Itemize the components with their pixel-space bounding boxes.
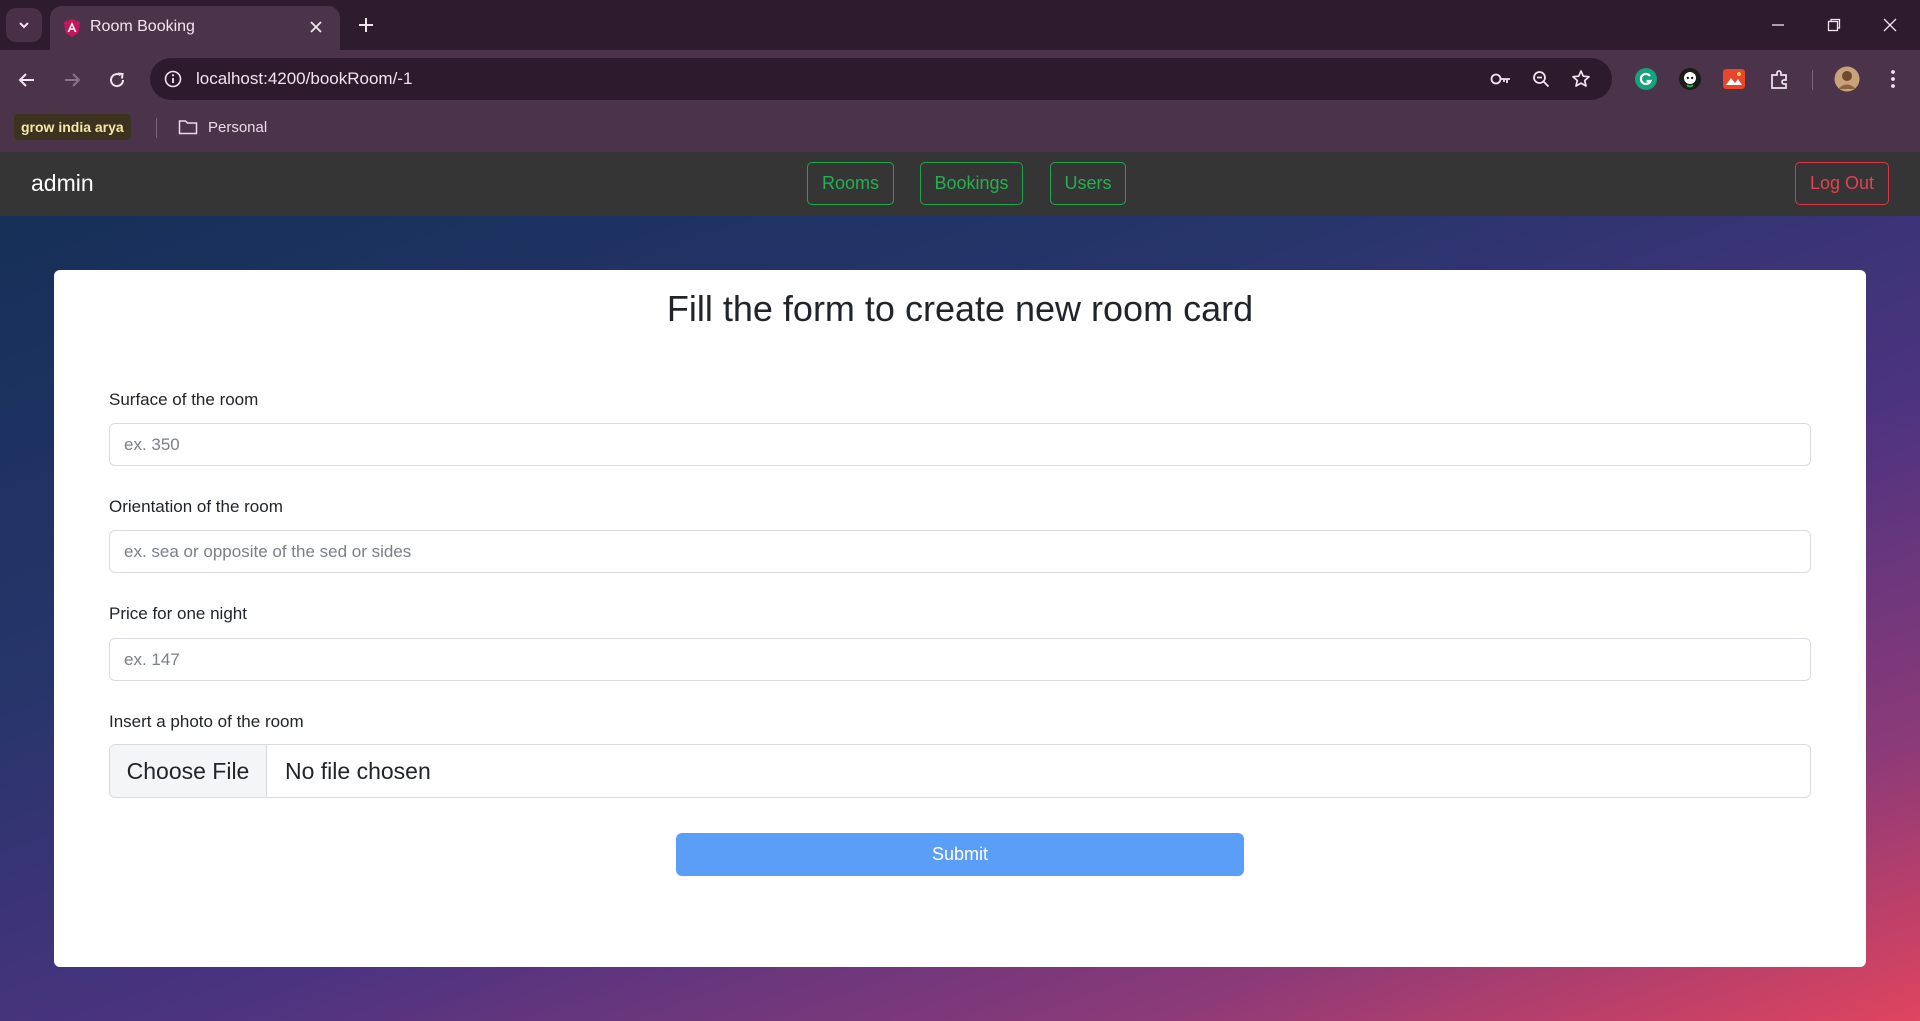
minimize-button[interactable]	[1750, 0, 1806, 50]
password-key-button[interactable]	[1488, 66, 1514, 92]
room-form-card: Fill the form to create new room card Su…	[54, 270, 1866, 967]
chevron-down-icon	[19, 22, 29, 29]
new-tab-button[interactable]	[352, 11, 380, 39]
grammarly-extension[interactable]	[1631, 64, 1661, 94]
bookmark-star-button[interactable]	[1568, 66, 1594, 92]
kebab-menu-icon	[1891, 70, 1895, 88]
logout-button[interactable]: Log Out	[1795, 162, 1889, 205]
choose-file-button[interactable]: Choose File	[110, 745, 267, 797]
star-icon	[1572, 70, 1590, 87]
restore-icon	[1827, 18, 1841, 32]
orientation-placeholder: ex. sea or opposite of the sed or sides	[124, 542, 412, 561]
tab-title: Room Booking	[90, 18, 195, 35]
arrow-left-icon	[18, 73, 34, 87]
price-placeholder: ex. 147	[124, 650, 180, 669]
plus-icon	[359, 18, 373, 32]
back-button[interactable]	[11, 64, 43, 96]
page-content: admin Rooms Bookings Users Log Out Fill …	[0, 152, 1920, 1021]
brand-username: admin	[31, 170, 94, 196]
restore-button[interactable]	[1806, 0, 1862, 50]
image-extension[interactable]	[1719, 64, 1749, 94]
zoom-out-icon	[1533, 71, 1550, 88]
close-icon	[310, 21, 322, 33]
folder-icon	[178, 120, 198, 135]
nav-bookings-button[interactable]: Bookings	[920, 162, 1023, 205]
arrow-right-icon	[65, 73, 81, 87]
photo-label: Insert a photo of the room	[109, 712, 304, 731]
reload-button[interactable]	[101, 64, 133, 96]
octocat-icon	[1679, 68, 1701, 90]
photo-file-input[interactable]: Choose File No file chosen	[109, 744, 1811, 798]
profile-button[interactable]	[1832, 64, 1862, 94]
orientation-input[interactable]: ex. sea or opposite of the sed or sides	[109, 530, 1811, 573]
tab-search-button[interactable]	[6, 8, 42, 42]
extensions-button[interactable]	[1765, 64, 1795, 94]
bookmark-folder-label: Personal	[208, 118, 268, 136]
forward-button[interactable]	[56, 64, 88, 96]
file-status-text: No file chosen	[285, 758, 431, 784]
info-icon	[164, 70, 182, 88]
bookmark-grow-india-arya[interactable]: grow india arya	[14, 114, 131, 140]
zoom-button[interactable]	[1528, 66, 1554, 92]
url-text: localhost:4200/bookRoom/-1	[196, 69, 413, 88]
bookmark-folder-personal[interactable]: Personal	[178, 115, 267, 139]
close-window-button[interactable]	[1862, 0, 1918, 50]
surface-input[interactable]: ex. 350	[109, 423, 1811, 466]
form-title: Fill the form to create new room card	[666, 288, 1254, 329]
angular-favicon-icon	[64, 19, 80, 37]
avatar	[1834, 66, 1860, 92]
tab-close-button[interactable]	[304, 15, 328, 39]
close-icon	[1883, 18, 1897, 32]
browser-tab[interactable]: Room Booking	[50, 6, 340, 50]
image-editor-icon	[1723, 69, 1745, 89]
minimize-icon	[1772, 24, 1784, 26]
site-info-button[interactable]	[160, 66, 186, 92]
browser-tab-bar: Room Booking	[0, 0, 1920, 50]
bookmarks-bar: grow india arya Personal	[0, 108, 1920, 152]
surface-placeholder: ex. 350	[124, 435, 180, 454]
nav-users-button[interactable]: Users	[1050, 162, 1126, 205]
key-icon	[1490, 73, 1510, 85]
submit-button[interactable]: Submit	[676, 833, 1244, 876]
surface-label: Surface of the room	[109, 390, 259, 409]
reload-icon	[110, 72, 125, 88]
price-label: Price for one night	[109, 604, 247, 623]
toolbar-divider	[1812, 70, 1813, 90]
nav-rooms-button[interactable]: Rooms	[807, 162, 894, 205]
browser-toolbar: localhost:4200/bookRoom/-1	[0, 50, 1920, 108]
github-extension[interactable]	[1675, 64, 1705, 94]
bookmarks-divider	[156, 118, 157, 138]
grammarly-icon	[1635, 68, 1657, 90]
puzzle-icon	[1771, 70, 1787, 89]
orientation-label: Orientation of the room	[109, 497, 283, 516]
price-input[interactable]: ex. 147	[109, 638, 1811, 681]
address-bar[interactable]: localhost:4200/bookRoom/-1	[150, 58, 1612, 100]
app-navbar: admin Rooms Bookings Users Log Out	[0, 152, 1920, 216]
browser-menu-button[interactable]	[1878, 64, 1908, 94]
